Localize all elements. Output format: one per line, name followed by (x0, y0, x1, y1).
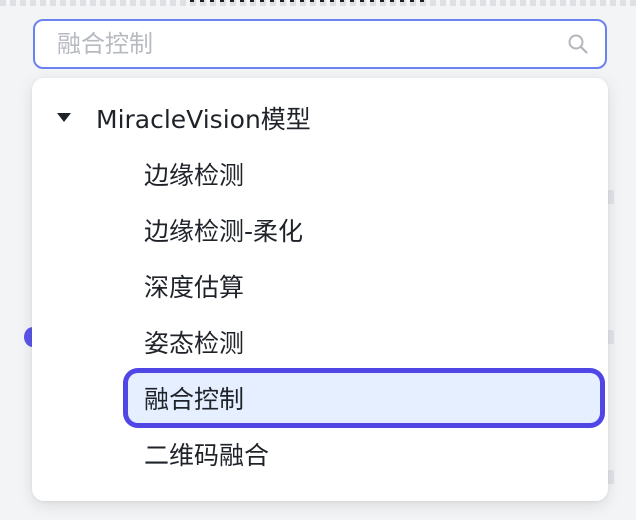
model-dropdown-panel: MiracleVision模型 边缘检测 边缘检测-柔化 深度估算 姿态检测 融… (32, 78, 608, 501)
caret-down-icon[interactable] (56, 110, 72, 126)
search-field[interactable] (33, 19, 607, 69)
option-label: 边缘检测 (144, 161, 245, 190)
option-qrcode-fusion[interactable]: 二维码融合 (128, 429, 600, 479)
tree-group-label: MiracleVision模型 (96, 105, 311, 134)
option-edge-detection-soft[interactable]: 边缘检测-柔化 (128, 205, 600, 255)
tree-group-miraclevision[interactable]: MiracleVision模型 (32, 96, 608, 140)
option-label: 姿态检测 (144, 329, 245, 358)
search-icon[interactable] (565, 31, 591, 57)
search-input[interactable] (55, 29, 565, 59)
option-label: 深度估算 (144, 273, 245, 302)
option-pose-detection[interactable]: 姿态检测 (128, 317, 600, 367)
background-divider-dark (190, 0, 430, 2)
option-label: 二维码融合 (144, 441, 270, 470)
option-label: 边缘检测-柔化 (144, 217, 304, 246)
option-label: 融合控制 (144, 385, 245, 414)
option-edge-detection[interactable]: 边缘检测 (128, 149, 600, 199)
option-fusion-control[interactable]: 融合控制 (128, 373, 600, 423)
option-depth-estimation[interactable]: 深度估算 (128, 261, 600, 311)
